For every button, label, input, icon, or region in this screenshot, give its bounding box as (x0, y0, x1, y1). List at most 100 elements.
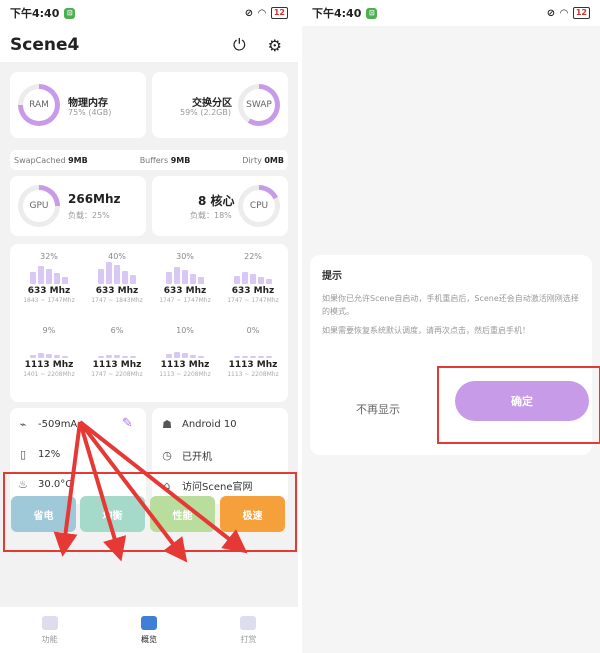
core-load-bars (88, 262, 146, 284)
cpu-core-5: 6% 1113 Mhz 1747 ~ 2208Mhz (88, 326, 146, 378)
core-freq: 633 Mhz (163, 286, 207, 296)
gpu-card: GPU 266Mhz 负载：25% (10, 176, 146, 236)
uptime: 已开机 (182, 452, 212, 463)
status-bar-right: 下午4:40 ⊡ ⊘ ◠ 12 (302, 0, 600, 26)
modes-highlight-box (3, 472, 297, 552)
core-freq: 1113 Mhz (160, 360, 210, 370)
status-time: 下午4:40 (10, 7, 60, 20)
nav-functions[interactable]: 功能 (0, 607, 99, 653)
dialog-title: 提示 (322, 271, 342, 282)
ram-title: 物理内存 (68, 98, 108, 109)
core-load: 6% (110, 326, 124, 335)
ram-sub: 75% (4GB) (68, 108, 112, 117)
gift-icon (240, 615, 257, 630)
dont-show-again-button[interactable]: 不再显示 (328, 391, 428, 427)
core-load-bars (224, 336, 282, 358)
dialog-message-1: 如果你已允许Scene自启动，手机重启后，Scene还会自动激活刚刚选择的模式。 (322, 294, 579, 316)
uptime-row: ◷ 已开机 (160, 448, 212, 463)
current-row: ⌁ -509mA (16, 418, 78, 431)
core-load-bars (224, 262, 282, 284)
core-range: 1843 ~ 1747Mhz (23, 297, 75, 304)
core-range: 1113 ~ 2208Mhz (159, 371, 211, 378)
cpu-ring: CPU (238, 185, 280, 227)
alarm-icon: ⊘ (244, 7, 254, 19)
android-version: Android 10 (182, 419, 237, 430)
edit-icon[interactable]: ✎ (122, 416, 133, 431)
dialog-message-2: 如果需要恢复系统默认调度，请再次点击，然后重启手机！ (322, 326, 530, 335)
app-header: Scene4 ⏻ ⚙ (0, 28, 298, 62)
ram-ring: RAM (18, 84, 60, 126)
swap-sub: 59% (2.2GB) (180, 108, 231, 117)
cpu-core-2: 30% 633 Mhz 1747 ~ 1747Mhz (156, 252, 214, 304)
battery-icon: 12 (572, 7, 590, 19)
android-row: ☗ Android 10 (160, 418, 237, 431)
cpu-core-6: 10% 1113 Mhz 1113 ~ 2208Mhz (156, 326, 214, 378)
core-freq: 1113 Mhz (24, 360, 74, 370)
battery-icon: 12 (270, 7, 288, 19)
cpu-core-7: 0% 1113 Mhz 1113 ~ 2208Mhz (224, 326, 282, 378)
cpu-cores: 8 核心 (198, 194, 235, 208)
swap-card: SWAP 交换分区 59% (2.2GB) (152, 72, 288, 138)
core-load-bars (20, 262, 78, 284)
bottom-nav: 功能 概览 打赏 (0, 607, 298, 653)
core-load-bars (156, 262, 214, 284)
cpu-cores-card: 32% 633 Mhz 1843 ~ 1747Mhz 40% 633 Mhz 1747 ~… (10, 244, 288, 402)
gear-icon[interactable]: ⚙ (268, 36, 282, 55)
swap-title: 交换分区 (192, 98, 232, 109)
battery-level: 12% (38, 449, 61, 460)
wifi-icon: ◠ (560, 7, 568, 19)
core-load-bars (156, 336, 214, 358)
core-load-bars (20, 336, 78, 358)
app-title: Scene4 (10, 35, 80, 55)
core-range: 1113 ~ 2208Mhz (227, 371, 279, 378)
gpu-freq: 266Mhz (68, 192, 121, 206)
core-freq: 633 Mhz (27, 286, 71, 296)
power-icon[interactable]: ⏻ (233, 35, 246, 55)
notification-badge-icon: ⊡ (366, 7, 378, 19)
cpu-core-0: 32% 633 Mhz 1843 ~ 1747Mhz (20, 252, 78, 304)
core-load: 30% (176, 252, 194, 261)
right-phone-screen: 下午4:40 ⊡ ⊘ ◠ 12 提示 如果你已允许Scene自启动，手机重启后，… (302, 0, 600, 653)
core-range: 1747 ~ 1747Mhz (227, 297, 279, 304)
swap-ring: SWAP (238, 84, 280, 126)
core-load: 10% (176, 326, 194, 335)
core-load: 32% (40, 252, 58, 261)
battery-current: -509mA (38, 419, 78, 430)
gpu-ring: GPU (18, 185, 60, 227)
cpu-core-4: 9% 1113 Mhz 1401 ~ 2208Mhz (20, 326, 78, 378)
cpu-core-1: 40% 633 Mhz 1747 ~ 1843Mhz (88, 252, 146, 304)
core-load: 9% (42, 326, 56, 335)
grid-icon (41, 615, 58, 630)
nav-donate[interactable]: 打赏 (199, 607, 298, 653)
gpu-load: 负载：25% (68, 211, 110, 220)
core-range: 1747 ~ 1747Mhz (159, 297, 211, 304)
alarm-icon: ⊘ (546, 7, 556, 19)
home-icon (140, 615, 157, 630)
cpu-card: CPU 8 核心 负载：18% (152, 176, 288, 236)
core-range: 1747 ~ 2208Mhz (91, 371, 143, 378)
ram-card: RAM 物理内存 75% (4GB) (10, 72, 146, 138)
core-range: 1747 ~ 1843Mhz (91, 297, 143, 304)
core-freq: 633 Mhz (231, 286, 275, 296)
core-freq: 1113 Mhz (228, 360, 278, 370)
stat-swapcached: SwapCached 9MB (14, 155, 88, 165)
core-load: 0% (246, 326, 260, 335)
plug-icon: ⌁ (19, 418, 27, 431)
core-load-bars (88, 336, 146, 358)
stat-buffers: Buffers 9MB (139, 155, 191, 165)
core-freq: 1113 Mhz (92, 360, 142, 370)
left-phone-screen: 下午4:40 ⊡ ⊘ ◠ 12 Scene4 ⏻ ⚙ RAM 物理内存 75% … (0, 0, 298, 653)
android-icon: ☗ (162, 418, 172, 431)
dialog-body: 提示 如果你已允许Scene自启动，手机重启后，Scene还会自动激活刚刚选择的… (310, 255, 592, 367)
battery-level-row: ▯ 12% (16, 448, 60, 461)
core-load: 22% (244, 252, 262, 261)
core-range: 1401 ~ 2208Mhz (23, 371, 75, 378)
nav-overview[interactable]: 概览 (99, 607, 198, 653)
cpu-core-3: 22% 633 Mhz 1747 ~ 1747Mhz (224, 252, 282, 304)
battery-level-icon: ▯ (19, 448, 27, 461)
status-time-right: 下午4:40 (312, 7, 362, 20)
wifi-icon: ◠ (258, 7, 266, 19)
notification-badge-icon: ⊡ (64, 7, 76, 19)
core-load: 40% (108, 252, 126, 261)
cpu-load: 负载：18% (190, 211, 232, 220)
